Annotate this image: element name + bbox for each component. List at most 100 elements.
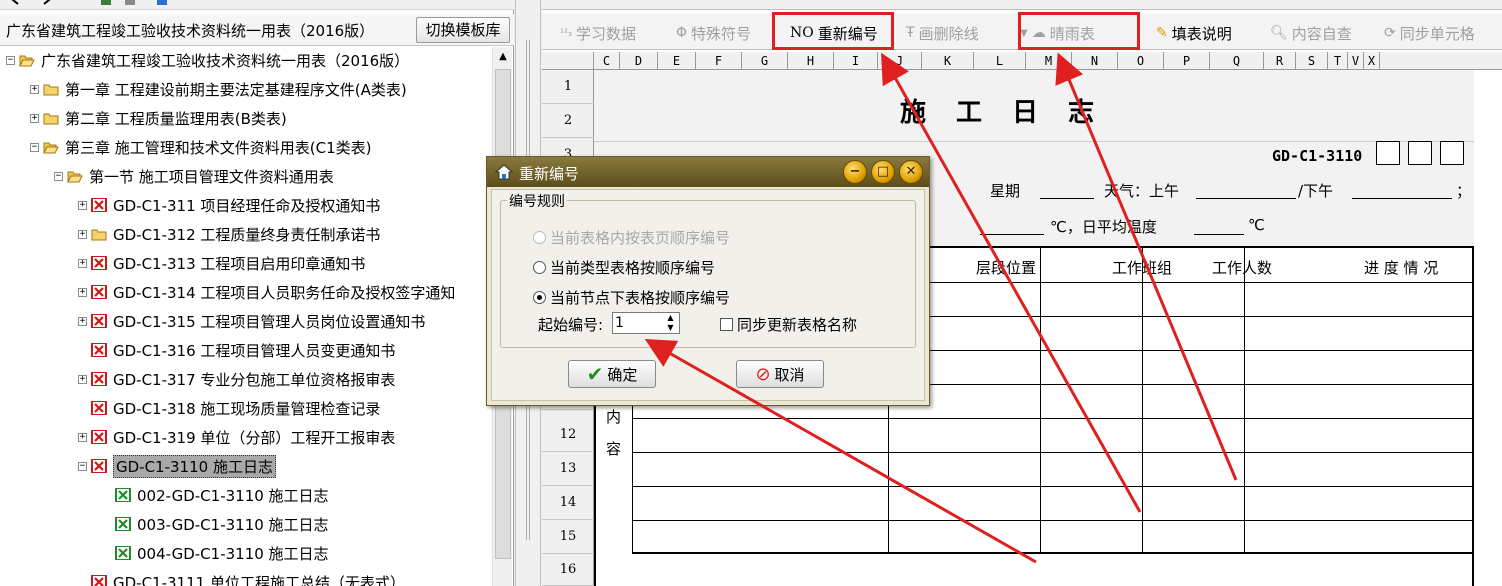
tree-item[interactable]: − GD-C1-3110 施工日志	[78, 452, 276, 480]
display-icon[interactable]	[156, 0, 168, 6]
expand-icon[interactable]: +	[78, 287, 87, 297]
start-number-stepper[interactable]: ▲ ▼	[662, 313, 679, 333]
column-header[interactable]: C	[594, 52, 620, 70]
row-header[interactable]: 2	[542, 104, 594, 138]
tree-item[interactable]: 003-GD-C1-3110 施工日志	[102, 510, 329, 538]
column-header[interactable]: S	[1296, 52, 1328, 70]
copy-icon[interactable]	[124, 0, 136, 6]
tree-item[interactable]: + 第二章 工程质量监理用表(B类表)	[30, 104, 287, 132]
switch-template-library-button[interactable]: 切换模板库	[416, 17, 510, 43]
column-header[interactable]: E	[658, 52, 696, 70]
column-header[interactable]: D	[620, 52, 658, 70]
close-icon[interactable]: ✕	[899, 160, 923, 184]
column-header[interactable]: O	[1118, 52, 1164, 70]
expand-icon[interactable]: +	[78, 229, 87, 239]
expand-icon[interactable]: +	[78, 316, 87, 326]
expand-icon[interactable]: +	[78, 374, 87, 384]
tree-item[interactable]: + GD-C1-317 专业分包施工单位资格报审表	[78, 365, 395, 393]
tree-item[interactable]: + 第一章 工程建设前期主要法定基建程序文件(A类表)	[30, 75, 407, 103]
column-header[interactable]: N	[1072, 52, 1118, 70]
tree-item-label: GD-C1-311 项目经理任命及授权通知书	[113, 196, 381, 215]
column-header[interactable]: X	[1364, 52, 1380, 70]
code-box-2[interactable]	[1408, 141, 1432, 165]
content-self-check-button[interactable]: 🔍︎ 内容自查	[1270, 21, 1352, 45]
tree-item[interactable]: − 第一节 施工项目管理文件资料通用表	[54, 162, 334, 190]
code-box-3[interactable]	[1440, 141, 1464, 165]
tree-item[interactable]: + GD-C1-313 工程项目启用印章通知书	[78, 249, 365, 277]
tree-item[interactable]: + GD-C1-314 工程项目人员职务任命及授权签字通知	[78, 278, 455, 306]
column-header[interactable]: J	[878, 52, 922, 70]
tree-item[interactable]: + GD-C1-319 单位（分部）工程开工报审表	[78, 423, 395, 451]
weather-pm-field[interactable]	[1352, 198, 1452, 199]
column-header[interactable]: L	[974, 52, 1026, 70]
row-header[interactable]: 13	[542, 452, 594, 486]
column-header[interactable]: Q	[1210, 52, 1264, 70]
tree-item[interactable]: GD-C1-316 工程项目管理人员变更通知书	[78, 336, 395, 364]
ok-button[interactable]: ✔ 确定	[568, 360, 656, 388]
sync-table-name-checkbox[interactable]: 同步更新表格名称	[720, 314, 857, 335]
collapse-icon[interactable]: −	[78, 461, 87, 471]
back-icon[interactable]	[10, 0, 22, 6]
dialog-titlebar[interactable]: 重新编号 − □ ✕	[487, 157, 929, 187]
cancel-button[interactable]: ⊘ 取消	[736, 360, 824, 388]
radio-same-type[interactable]: 当前类型表格按顺序编号	[533, 257, 715, 278]
expand-icon[interactable]: +	[78, 258, 87, 268]
column-header[interactable]: I	[834, 52, 878, 70]
collapse-icon[interactable]: −	[6, 55, 15, 65]
code-box-1[interactable]	[1376, 141, 1400, 165]
column-header[interactable]: V	[1348, 52, 1364, 70]
collapse-icon[interactable]: −	[30, 142, 39, 152]
tree-item[interactable]: + GD-C1-312 工程质量终身责任制承诺书	[78, 220, 380, 248]
column-header[interactable]: M	[1026, 52, 1072, 70]
expand-icon[interactable]: +	[30, 84, 39, 94]
row-header[interactable]: 14	[542, 486, 594, 520]
tree-item-label: 第二章 工程质量监理用表(B类表)	[65, 109, 287, 128]
radio-current-node[interactable]: 当前节点下表格按顺序编号	[533, 287, 730, 308]
tree-item[interactable]: 004-GD-C1-3110 施工日志	[102, 539, 329, 567]
forward-icon[interactable]	[40, 0, 52, 6]
row-header[interactable]: 1	[542, 70, 594, 104]
study-data-button[interactable]: ¹²₃ 学习数据	[560, 21, 636, 45]
weather-am-field[interactable]	[1196, 198, 1296, 199]
scroll-up-arrow-icon[interactable]: ▲	[495, 51, 511, 65]
column-header[interactable]: G	[742, 52, 788, 70]
tree-item[interactable]: 002-GD-C1-3110 施工日志	[102, 481, 329, 509]
minimize-icon[interactable]: −	[843, 160, 867, 184]
expand-icon[interactable]: +	[78, 200, 87, 210]
magnifier-icon: 🔍︎	[1270, 25, 1288, 41]
column-header[interactable]: P	[1164, 52, 1210, 70]
left-header: 广东省建筑工程竣工验收技术资料统一用表（2016版） 切换模板库	[0, 14, 514, 46]
temp-field-1[interactable]	[980, 234, 1044, 235]
weekday-field[interactable]	[1040, 198, 1094, 199]
header-progress: 进 度 情 况	[1364, 259, 1439, 277]
tree-item[interactable]: − 第三章 施工管理和技术文件资料用表(C1类表)	[30, 133, 372, 161]
maximize-icon[interactable]: □	[871, 160, 895, 184]
column-header[interactable]: H	[788, 52, 834, 70]
tree-item[interactable]: + GD-C1-315 工程项目管理人员岗位设置通知书	[78, 307, 425, 335]
tree-item[interactable]: GD-C1-318 施工现场质量管理检查记录	[78, 394, 380, 422]
tree-item[interactable]: GD-C1-3111 单位工程施工总结（无表式）	[78, 568, 405, 586]
highlight-box-weather	[1018, 12, 1140, 50]
tree-item-label: GD-C1-318 施工现场质量管理检查记录	[113, 399, 381, 418]
row-header[interactable]: 12	[542, 418, 594, 452]
tree-item[interactable]: − 广东省建筑工程竣工验收技术资料统一用表（2016版）	[6, 47, 409, 74]
row-header[interactable]: 16	[542, 554, 594, 586]
column-header[interactable]: T	[1328, 52, 1348, 70]
expand-icon[interactable]: +	[78, 432, 87, 442]
collapse-icon[interactable]: −	[54, 171, 63, 181]
column-header[interactable]: F	[696, 52, 742, 70]
fill-instructions-button[interactable]: ✎ 填表说明	[1156, 21, 1232, 45]
tree-item[interactable]: + GD-C1-311 项目经理任命及授权通知书	[78, 191, 380, 219]
column-header[interactable]: R	[1264, 52, 1296, 70]
row-header[interactable]: 15	[542, 520, 594, 554]
expand-icon[interactable]: +	[30, 113, 39, 123]
strikethrough-button[interactable]: Ŧ 画删除线	[906, 21, 979, 45]
avg-temp-field[interactable]	[1194, 234, 1244, 235]
header-location: 层段位置	[976, 259, 1037, 277]
save-icon[interactable]	[100, 0, 112, 6]
table-vertical-line	[1040, 246, 1041, 552]
radio-within-table[interactable]: 当前表格内按表页顺序编号	[533, 227, 730, 248]
special-symbol-button[interactable]: Φ 特殊符号	[676, 21, 751, 45]
sync-cell-button[interactable]: ⟳ 同步单元格	[1384, 21, 1475, 45]
column-header[interactable]: K	[922, 52, 974, 70]
